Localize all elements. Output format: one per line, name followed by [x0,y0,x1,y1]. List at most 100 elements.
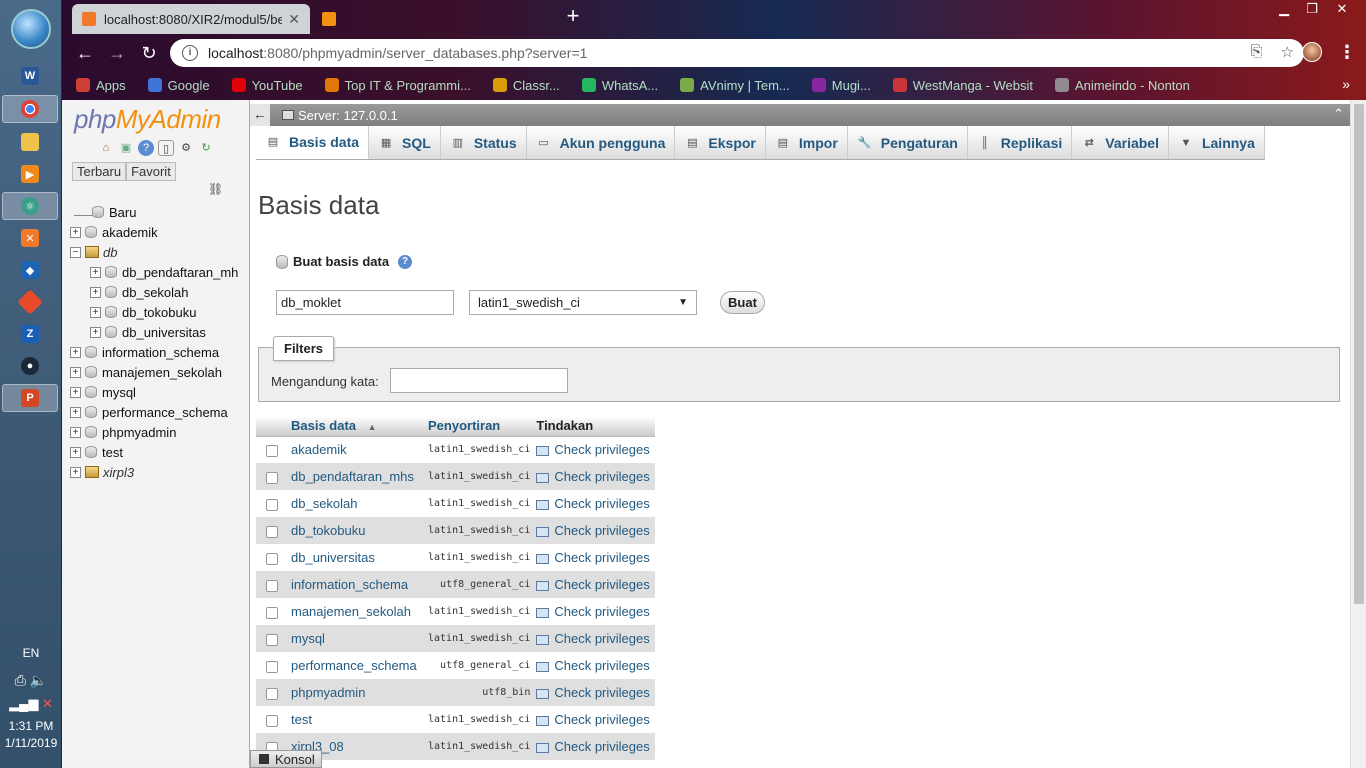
clock-date[interactable]: 1/11/2019 [0,736,62,750]
row-checkbox[interactable] [266,579,278,592]
database-name-link[interactable]: db_universitas [291,544,425,571]
tab-akun-pengguna[interactable]: ▭ Akun pengguna [527,126,676,159]
tree-item-label[interactable]: manajemen_sekolah [102,365,222,380]
taskbar-steam[interactable]: ● [2,352,58,380]
tree-item-label[interactable]: db_universitas [122,325,206,340]
tree-item[interactable]: + mysql [70,382,250,402]
taskbar-atom[interactable]: ⚛ [2,192,58,220]
taskbar-powerpoint[interactable]: P [2,384,58,412]
site-info-icon[interactable]: i [182,45,198,61]
tree-item[interactable]: + performance_schema [70,402,250,422]
expand-icon[interactable]: + [70,466,81,478]
tree-item-label[interactable]: db_sekolah [122,285,189,300]
network-icon[interactable]: ⎙ [15,672,26,688]
database-name-link[interactable]: manajemen_sekolah [291,598,425,625]
start-button[interactable] [11,9,51,49]
create-database-button[interactable]: Buat [720,291,765,314]
tab-impor[interactable]: ▤ Impor [766,126,848,159]
browser-menu-icon[interactable]: ⋮ [1338,42,1356,62]
address-bar[interactable]: i localhost:8080/phpmyadmin/server_datab… [170,39,1304,67]
help-icon[interactable]: ? [138,140,154,156]
taskbar-explorer[interactable] [2,128,58,156]
action-center-icon[interactable]: ✕ [42,696,53,711]
check-privileges-link[interactable]: Check privileges [533,571,656,598]
collation-select[interactable]: latin1_swedish_ci ▼ [469,290,697,315]
database-name-link[interactable]: information_schema [291,571,425,598]
database-name-link[interactable]: performance_schema [291,652,425,679]
bookmarks-more-icon[interactable]: » [1342,76,1350,92]
bookmark-item[interactable]: Mugi... [811,78,871,93]
tree-item[interactable]: + xirpl3 [70,462,250,482]
tab-basis-data[interactable]: ▤ Basis data [256,126,370,159]
taskbar-xampp[interactable]: ✕ [2,224,58,252]
tab-pengaturan[interactable]: 🔧 Pengaturan [848,126,968,159]
signal-icon[interactable]: ▂▄▆ [9,696,38,711]
row-checkbox[interactable] [266,714,278,727]
tree-item-label[interactable]: db_pendaftaran_mh [122,265,238,280]
bookmark-item[interactable]: Top IT & Programmi... [324,78,471,93]
row-checkbox[interactable] [266,498,278,511]
taskbar-chrome[interactable] [2,95,58,123]
tree-item-label[interactable]: mysql [102,385,136,400]
taskbar-app-z[interactable]: Z [2,320,58,348]
filter-input[interactable] [390,368,568,393]
row-checkbox[interactable] [266,687,278,700]
row-checkbox[interactable] [266,660,278,673]
database-name-input[interactable] [276,290,454,315]
header-collation[interactable]: Penyortiran [425,416,534,437]
tree-item[interactable]: + db_pendaftaran_mh [70,262,250,282]
bookmark-item[interactable]: Classr... [492,78,560,93]
profile-avatar[interactable] [1302,42,1322,62]
link-with-main-panel-icon[interactable]: ⛓ [208,182,223,196]
check-privileges-link[interactable]: Check privileges [533,544,656,571]
page-scrollbar[interactable] [1350,100,1366,768]
tree-item[interactable]: − db [70,242,250,262]
row-checkbox[interactable] [266,633,278,646]
expand-icon[interactable]: + [70,426,81,438]
settings-gear-icon[interactable]: ⚙ [178,140,194,156]
tree-item[interactable]: + phpmyadmin [70,422,250,442]
tree-item[interactable]: Baru [70,202,250,222]
bookmark-item[interactable]: WhatsA... [581,78,658,93]
bookmark-item[interactable]: Animeindo - Nonton [1054,78,1190,93]
reload-icon[interactable]: ↻ [138,42,160,64]
expand-icon[interactable]: + [90,306,101,318]
tree-item-label[interactable]: db [103,245,117,260]
console-toggle[interactable]: Konsol [250,750,322,768]
expand-icon[interactable]: + [70,406,81,418]
maximize-button[interactable]: ❐ [1298,0,1326,20]
tree-item-label[interactable]: xirpl3 [103,465,134,480]
check-privileges-link[interactable]: Check privileges [533,517,656,544]
collapse-icon[interactable]: − [70,246,81,258]
database-name-link[interactable]: phpmyadmin [291,679,425,706]
tree-item[interactable]: + db_tokobuku [70,302,250,322]
tab-sql[interactable]: ▦ SQL [369,126,441,159]
expand-icon[interactable]: + [70,346,81,358]
tree-item[interactable]: + db_universitas [70,322,250,342]
bookmark-item[interactable]: Apps [76,78,126,93]
database-name-link[interactable]: test [291,706,425,733]
taskbar-virtualbox[interactable]: ◆ [2,256,58,284]
tab-status[interactable]: ▥ Status [441,126,527,159]
bookmark-item[interactable]: Google [147,78,210,93]
taskbar-media[interactable]: ▶ [2,160,58,188]
expand-icon[interactable]: + [70,226,81,238]
close-window-button[interactable]: ✕ [1328,0,1356,20]
tree-item-label[interactable]: phpmyadmin [102,425,176,440]
browser-tab-inactive[interactable] [312,4,548,34]
tray-icons[interactable]: ⎙ 🔈 [0,672,62,689]
tree-item[interactable]: + test [70,442,250,462]
forward-arrow-icon[interactable]: → [106,42,128,64]
expand-icon[interactable]: + [70,386,81,398]
check-privileges-link[interactable]: Check privileges [533,463,656,490]
row-checkbox[interactable] [266,606,278,619]
expand-icon[interactable]: + [90,266,101,278]
row-checkbox[interactable] [266,444,278,457]
tab-lainnya[interactable]: ▼ Lainnya [1169,126,1265,159]
tree-item-label[interactable]: Baru [109,205,136,220]
language-indicator[interactable]: EN [0,646,62,660]
expand-icon[interactable]: + [90,286,101,298]
tree-item-label[interactable]: performance_schema [102,405,228,420]
logout-icon[interactable]: ▣ [118,140,134,156]
home-icon[interactable]: ⌂ [98,140,114,156]
